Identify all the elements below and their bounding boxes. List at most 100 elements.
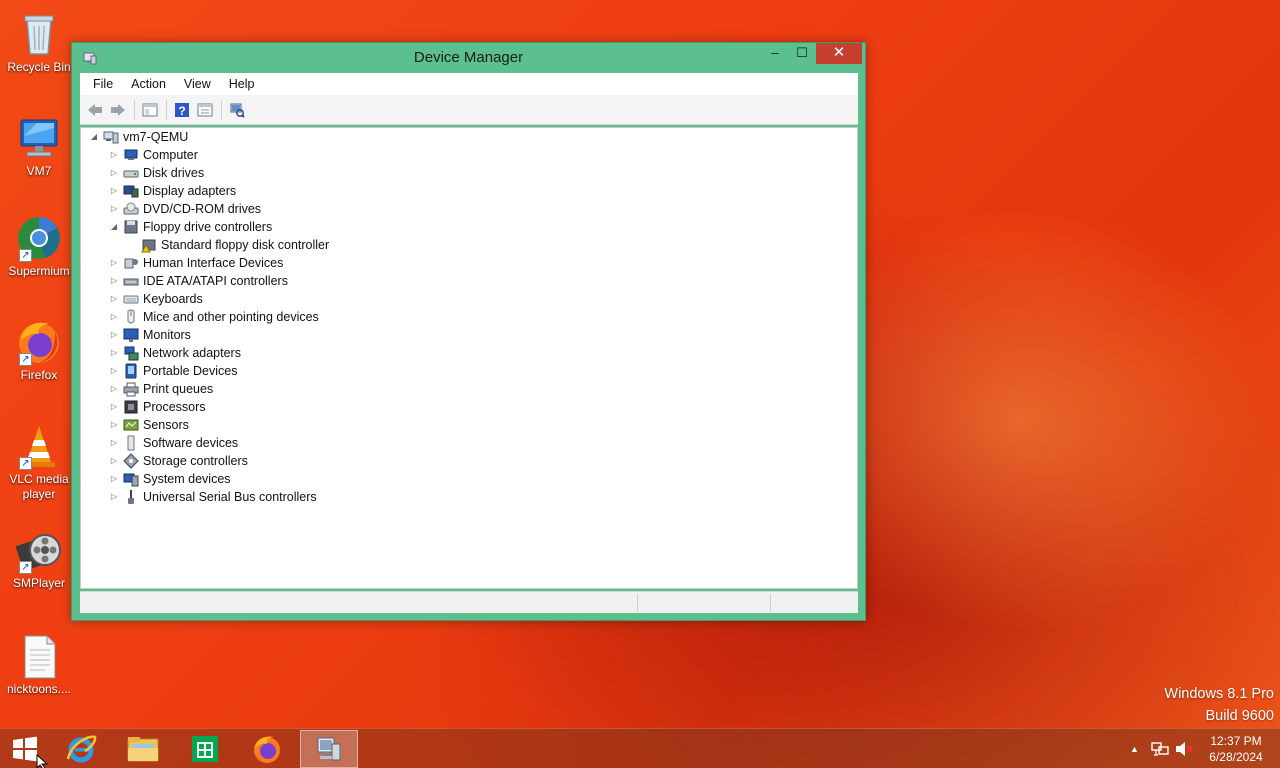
maximize-button[interactable]: ☐: [788, 43, 816, 64]
tree-node-label: Display adapters: [143, 184, 237, 198]
expand-arrow-icon[interactable]: ▷: [107, 146, 121, 164]
minimize-button[interactable]: –: [761, 43, 789, 64]
expand-arrow-icon[interactable]: ▷: [107, 254, 121, 272]
tree-category-node[interactable]: ▷ Universal Serial Bus controllers: [107, 488, 317, 506]
desktop-icon-smplayer[interactable]: ↗ SMPlayer: [4, 522, 74, 612]
menu-help[interactable]: Help: [220, 77, 264, 91]
tree-category-node[interactable]: ◢ Floppy drive controllers: [107, 218, 272, 236]
volume-muted-icon[interactable]: [1175, 741, 1193, 757]
mouse-cursor-icon: [36, 754, 49, 768]
back-button[interactable]: [84, 99, 106, 121]
title-bar[interactable]: Device Manager – ☐ ✕: [72, 43, 865, 73]
toolbar-separator: [134, 99, 135, 120]
device-manager-icon: [317, 737, 341, 761]
computer-icon: [123, 147, 139, 163]
collapse-arrow-icon[interactable]: ◢: [87, 128, 101, 146]
tree-root[interactable]: ◢ vm7-QEMU: [87, 128, 188, 146]
ide-controller-icon: [123, 273, 139, 289]
tree-category-node[interactable]: ▷ DVD/CD-ROM drives: [107, 200, 261, 218]
floppy-controller-icon: [123, 219, 139, 235]
device-manager-window: Device Manager – ☐ ✕ File Action View He…: [71, 42, 866, 621]
collapse-arrow-icon[interactable]: ◢: [107, 218, 121, 236]
svg-text:?: ?: [178, 104, 185, 118]
tree-category-node[interactable]: ▷ Disk drives: [107, 164, 204, 182]
menu-file[interactable]: File: [84, 77, 122, 91]
expand-arrow-icon[interactable]: ▷: [107, 272, 121, 290]
menu-view[interactable]: View: [175, 77, 220, 91]
expand-arrow-icon[interactable]: ▷: [107, 164, 121, 182]
tree-node-label: Portable Devices: [143, 364, 238, 378]
tree-category-node[interactable]: ▷ Keyboards: [107, 290, 203, 308]
forward-arrow-icon: [111, 103, 125, 116]
expand-arrow-icon[interactable]: ▷: [107, 434, 121, 452]
portable-device-icon: [123, 363, 139, 379]
tree-category-node[interactable]: ▷ IDE ATA/ATAPI controllers: [107, 272, 288, 290]
desktop-icon-vlc[interactable]: ↗ VLC media player: [4, 418, 74, 508]
tree-category-node[interactable]: ▷ Human Interface Devices: [107, 254, 283, 272]
properties-button[interactable]: [194, 99, 216, 121]
expand-arrow-icon[interactable]: ▷: [107, 452, 121, 470]
desktop-icon-firefox[interactable]: ↗ Firefox: [4, 314, 74, 404]
desktop-icon-recycle-bin[interactable]: Recycle Bin: [4, 6, 74, 96]
help-icon: ?: [175, 102, 189, 118]
tree-category-node[interactable]: ▷ Sensors: [107, 416, 189, 434]
expand-arrow-icon[interactable]: ▷: [107, 488, 121, 506]
desktop-icon-nicktoons[interactable]: nicktoons....: [4, 628, 74, 718]
system-tray: ▲: [1130, 729, 1193, 768]
desktop-icon-label: Firefox: [20, 368, 58, 382]
hid-icon: [123, 255, 139, 271]
network-icon[interactable]: [1151, 741, 1169, 757]
tree-category-node[interactable]: ▷ Processors: [107, 398, 206, 416]
show-hide-console-tree-button[interactable]: [139, 99, 161, 121]
tree-category-node[interactable]: ▷ Monitors: [107, 326, 191, 344]
tree-category-node[interactable]: ▷ Print queues: [107, 380, 213, 398]
tree-child-node[interactable]: Standard floppy disk controller: [125, 236, 329, 254]
tree-category-node[interactable]: ▷ Network adapters: [107, 344, 241, 362]
tree-category-node[interactable]: ▷ Computer: [107, 146, 198, 164]
tree-node-label: Processors: [143, 400, 206, 414]
tree-category-node[interactable]: ▷ Mice and other pointing devices: [107, 308, 319, 326]
expand-arrow-icon[interactable]: ▷: [107, 416, 121, 434]
shortcut-arrow-icon: ↗: [19, 249, 32, 262]
expand-arrow-icon[interactable]: ▷: [107, 470, 121, 488]
tree-category-node[interactable]: ▷ Portable Devices: [107, 362, 238, 380]
tree-node-label: Network adapters: [143, 346, 241, 360]
vlc-cone-icon: ↗: [15, 422, 63, 470]
forward-button[interactable]: [107, 99, 129, 121]
expand-arrow-icon[interactable]: ▷: [107, 380, 121, 398]
expand-arrow-icon[interactable]: ▷: [107, 344, 121, 362]
desktop-icon-vm7[interactable]: VM7: [4, 110, 74, 200]
tree-category-node[interactable]: ▷ Display adapters: [107, 182, 236, 200]
taskbar-device-manager[interactable]: [300, 730, 358, 768]
expand-arrow-icon[interactable]: ▷: [107, 362, 121, 380]
show-hidden-icons-icon[interactable]: ▲: [1130, 744, 1139, 754]
expand-arrow-icon[interactable]: ▷: [107, 182, 121, 200]
console-tree-icon: [142, 103, 158, 116]
expand-arrow-icon[interactable]: ▷: [107, 200, 121, 218]
tree-category-node[interactable]: ▷ System devices: [107, 470, 231, 488]
tree-node-label: Keyboards: [143, 292, 203, 306]
expand-arrow-icon[interactable]: ▷: [107, 398, 121, 416]
processor-icon: [123, 399, 139, 415]
expand-arrow-icon[interactable]: ▷: [107, 290, 121, 308]
tree-category-node[interactable]: ▷ Storage controllers: [107, 452, 248, 470]
storage-controller-icon: [123, 453, 139, 469]
disk-drive-icon: [123, 165, 139, 181]
tree-category-node[interactable]: ▷ Software devices: [107, 434, 238, 452]
taskbar-internet-explorer[interactable]: [52, 730, 110, 768]
close-button[interactable]: ✕: [816, 43, 862, 64]
taskbar-clock[interactable]: 12:37 PM 6/28/2024: [1198, 733, 1274, 765]
expand-arrow-icon[interactable]: ▷: [107, 326, 121, 344]
system-device-icon: [123, 471, 139, 487]
help-button[interactable]: ?: [171, 99, 193, 121]
desktop-icon-supermium[interactable]: ↗ Supermium: [4, 210, 74, 300]
folder-icon: [127, 737, 159, 762]
taskbar-firefox[interactable]: [238, 730, 296, 768]
taskbar: ▲ 12:37 PM 6/28/2024: [0, 728, 1280, 768]
scan-hardware-button[interactable]: [226, 99, 248, 121]
taskbar-file-explorer[interactable]: [114, 730, 172, 768]
taskbar-store[interactable]: [176, 730, 234, 768]
menu-action[interactable]: Action: [122, 77, 175, 91]
back-arrow-icon: [88, 103, 102, 116]
expand-arrow-icon[interactable]: ▷: [107, 308, 121, 326]
